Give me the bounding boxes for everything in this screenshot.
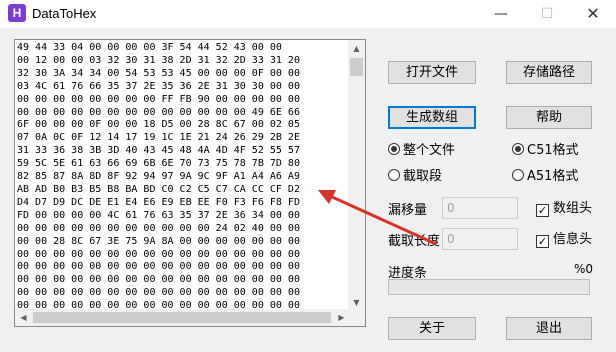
hex-row: 00 00 00 00 00 00 00 00 00 00 00 00 00 0…	[17, 261, 300, 273]
hex-row: FD 00 00 00 00 4C 61 76 63 35 37 2E 36 3…	[17, 209, 300, 221]
hex-output-textarea[interactable]: 49 44 33 04 00 00 00 00 3F 54 44 52 43 0…	[14, 39, 366, 327]
hex-row: 00 00 00 00 00 00 00 00 00 00 00 24 02 4…	[17, 222, 300, 234]
client-area: 49 44 33 04 00 00 00 00 3F 54 44 52 43 0…	[0, 28, 616, 352]
hex-row: D4 D7 D9 DC DE E1 E4 E6 E9 EB EE F0 F3 F…	[17, 196, 300, 208]
exit-button[interactable]: 退出	[506, 317, 592, 340]
hex-row: 00 00 00 00 00 00 00 00 00 00 00 00 00 0…	[17, 248, 300, 260]
scroll-corner	[348, 309, 365, 326]
radio-whole-file-label: 整个文件	[403, 143, 456, 158]
horizontal-scrollbar[interactable]: ◀ ▶	[15, 309, 350, 326]
hex-row: 31 33 36 38 3B 3D 40 43 45 48 4A 4D 4F 5…	[17, 145, 300, 157]
length-label: 截取长度	[388, 234, 441, 249]
hex-content: 49 44 33 04 00 00 00 00 3F 54 44 52 43 0…	[17, 42, 347, 313]
horizontal-scroll-thumb[interactable]	[33, 312, 331, 323]
scroll-left-icon[interactable]: ◀	[15, 309, 32, 326]
hex-row: 00 00 00 00 00 00 00 00 00 00 00 00 00 0…	[17, 274, 300, 286]
hex-row: 03 4C 61 76 66 35 37 2E 35 36 2E 31 30 3…	[17, 80, 300, 92]
radio-c51-label: C51格式	[527, 143, 579, 158]
radio-a51-format[interactable]: A51格式	[512, 168, 578, 186]
hex-row: 07 0A 0C 0F 12 14 17 19 1C 1E 21 24 26 2…	[17, 132, 300, 144]
about-button[interactable]: 关于	[388, 317, 476, 340]
progress-percent: %0	[574, 262, 594, 276]
minimize-button[interactable]: —	[478, 0, 524, 28]
radio-c51-format[interactable]: C51格式	[512, 142, 579, 160]
offset-label: 漏移量	[388, 203, 428, 218]
info-header-label: 信息头	[553, 232, 593, 247]
hex-row: AB AD B0 B3 B5 B8 BA BD C0 C2 C5 C7 CA C…	[17, 183, 300, 195]
radio-a51-label: A51格式	[527, 169, 579, 184]
vertical-scrollbar[interactable]: ▲ ▼	[348, 40, 365, 311]
checkbox-array-header[interactable]: ✓ 数组头	[536, 200, 592, 218]
open-file-button[interactable]: 打开文件	[388, 61, 476, 84]
close-button[interactable]: ✕	[570, 0, 616, 28]
help-button[interactable]: 帮助	[506, 106, 592, 129]
generate-array-button[interactable]: 生成数组	[388, 106, 476, 129]
hex-row: 00 00 00 00 00 00 00 00 00 00 00 00 00 4…	[17, 106, 300, 118]
radio-unchecked-icon	[388, 169, 400, 181]
window-title: DataToHex	[32, 6, 97, 21]
hex-row: 00 00 00 00 00 00 00 00 00 00 00 00 00 0…	[17, 287, 300, 299]
app-icon: H	[8, 4, 26, 22]
hex-row: 00 00 28 8C 67 3E 75 9A 8A 00 00 00 00 0…	[17, 235, 300, 247]
scroll-up-icon[interactable]: ▲	[348, 40, 365, 57]
save-path-button[interactable]: 存储路径	[506, 61, 592, 84]
hex-row: 00 12 00 00 03 32 30 31 38 2D 31 32 2D 3…	[17, 54, 300, 66]
progress-bar	[388, 279, 590, 295]
hex-row: 6F 00 00 00 0F 00 00 18 D5 00 28 8C 67 0…	[17, 119, 300, 131]
maximize-button[interactable]: ☐	[524, 0, 570, 28]
checkmark-icon: ✓	[536, 204, 549, 217]
offset-input[interactable]: 0	[442, 197, 518, 219]
length-input[interactable]: 0	[442, 228, 518, 250]
radio-whole-file[interactable]: 整个文件	[388, 142, 455, 160]
radio-segment[interactable]: 截取段	[388, 168, 442, 186]
array-header-label: 数组头	[553, 201, 593, 216]
radio-segment-label: 截取段	[403, 169, 443, 184]
hex-row: 49 44 33 04 00 00 00 00 3F 54 44 52 43 0…	[17, 42, 282, 53]
checkmark-icon: ✓	[536, 235, 549, 248]
vertical-scroll-thumb[interactable]	[350, 58, 363, 76]
radio-checked-icon	[388, 143, 400, 155]
app-window: H DataToHex — ☐ ✕ 49 44 33 04 00 00 00 0…	[0, 0, 616, 352]
hex-row: 82 85 87 8A 8D 8F 92 94 97 9A 9C 9F A1 A…	[17, 171, 300, 183]
radio-checked-icon	[512, 143, 524, 155]
radio-unchecked-icon	[512, 169, 524, 181]
hex-row: 59 5C 5E 61 63 66 69 6B 6E 70 73 75 78 7…	[17, 158, 300, 170]
hex-row: 32 30 3A 34 34 00 54 53 53 45 00 00 00 0…	[17, 67, 300, 79]
hex-row: 00 00 00 00 00 00 00 00 FF FB 90 00 00 0…	[17, 93, 300, 105]
title-bar: H DataToHex — ☐ ✕	[0, 0, 616, 28]
checkbox-info-header[interactable]: ✓ 信息头	[536, 231, 592, 249]
